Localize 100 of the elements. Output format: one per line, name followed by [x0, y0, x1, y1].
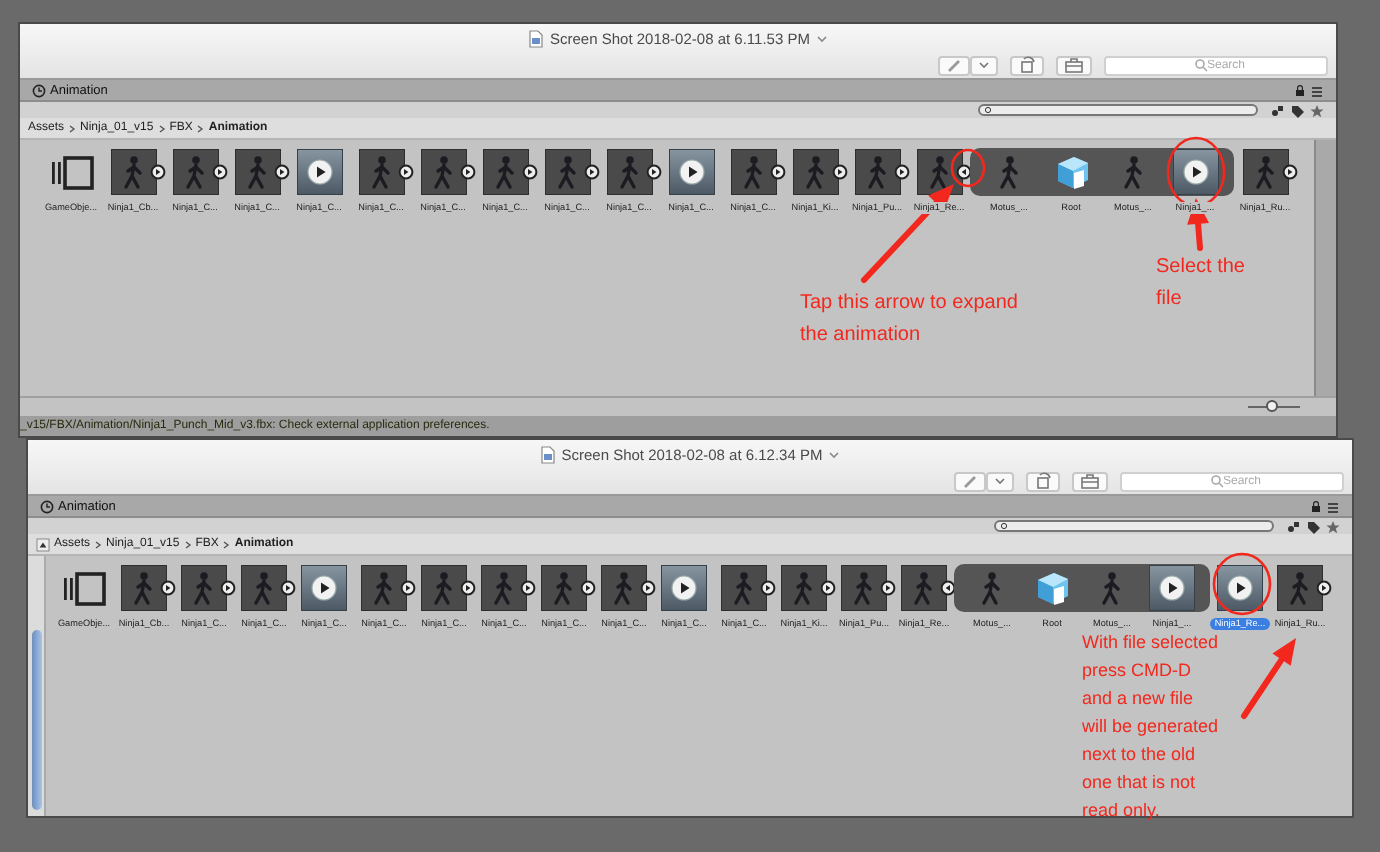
chevron-down-icon[interactable] — [815, 33, 828, 43]
expand-arrow-button[interactable] — [820, 580, 836, 596]
clip-thumbnail[interactable] — [421, 150, 465, 194]
caret-down-icon — [994, 476, 1006, 486]
search-icon — [984, 106, 992, 114]
toolbox-button[interactable] — [1056, 55, 1092, 75]
animation-clip-thumbnail[interactable] — [1218, 566, 1262, 610]
expand-arrow-button[interactable] — [583, 164, 599, 180]
scrollbar-thumb[interactable] — [31, 630, 41, 810]
annotation-text: Tap this arrow to expand the animation — [800, 290, 1020, 350]
clip-thumbnail[interactable] — [722, 566, 766, 610]
expand-arrow-button[interactable] — [1281, 164, 1297, 180]
annotation-text: With file selected press CMD-D and a new file will be generated next to the old one that is not read only. — [1082, 630, 1219, 824]
animation-clip-thumbnail[interactable] — [297, 150, 341, 194]
clip-thumbnail[interactable] — [607, 150, 651, 194]
menu-icon[interactable] — [1310, 83, 1324, 97]
clip-thumbnail[interactable] — [242, 566, 286, 610]
gameobject-icon[interactable] — [62, 566, 106, 610]
expand-arrow-button[interactable] — [645, 164, 661, 180]
animation-clip-thumbnail[interactable] — [669, 150, 713, 194]
clip-thumbnail[interactable] — [482, 566, 526, 610]
lock-icon[interactable] — [1310, 499, 1322, 513]
clip-thumbnail[interactable] — [1243, 150, 1287, 194]
clip-thumbnail[interactable] — [483, 150, 527, 194]
expand-arrow-button[interactable] — [640, 580, 656, 596]
clip-thumbnail[interactable] — [902, 566, 946, 610]
expand-arrow-button[interactable] — [220, 580, 236, 596]
asset-search-field[interactable] — [994, 520, 1274, 532]
star-icon[interactable] — [1326, 519, 1340, 533]
expand-arrow-button[interactable] — [831, 164, 847, 180]
clip-thumbnail[interactable] — [1278, 566, 1322, 610]
lock-icon[interactable] — [1294, 83, 1306, 97]
clip-thumbnail[interactable] — [422, 566, 466, 610]
menu-icon[interactable] — [1326, 499, 1340, 513]
clip-thumbnail[interactable] — [362, 566, 406, 610]
chevron-right-icon — [183, 539, 192, 549]
chevron-right-icon — [68, 123, 77, 133]
pencil-button[interactable] — [938, 55, 970, 75]
expand-arrow-button[interactable] — [149, 164, 165, 180]
gameobject-icon[interactable] — [49, 150, 93, 194]
caret-down-icon — [978, 60, 990, 70]
expand-arrow-button[interactable] — [459, 164, 475, 180]
dropdown-button[interactable] — [986, 471, 1014, 491]
clip-thumbnail[interactable] — [542, 566, 586, 610]
star-icon[interactable] — [1310, 103, 1324, 117]
expand-arrow-button[interactable] — [460, 580, 476, 596]
expand-arrow-button[interactable] — [400, 580, 416, 596]
expand-arrow-button[interactable] — [211, 164, 227, 180]
expand-arrow-button[interactable] — [280, 580, 296, 596]
shapes-icon[interactable] — [1270, 103, 1286, 117]
chevron-right-icon — [222, 539, 231, 549]
pencil-button[interactable] — [954, 471, 986, 491]
expand-arrow-button[interactable] — [893, 164, 909, 180]
chevron-right-icon — [157, 123, 166, 133]
animation-clip-thumbnail[interactable] — [1150, 566, 1194, 610]
clip-thumbnail[interactable] — [545, 150, 589, 194]
clip-thumbnail[interactable] — [731, 150, 775, 194]
expand-arrow-button[interactable] — [769, 164, 785, 180]
shapes-icon[interactable] — [1286, 519, 1302, 533]
clock-icon — [40, 499, 54, 513]
animation-clip-thumbnail[interactable] — [662, 566, 706, 610]
annotation-text: Select the file — [1156, 254, 1247, 314]
pencil-icon — [962, 472, 978, 490]
slider-thumb[interactable] — [1265, 400, 1278, 413]
clip-thumbnail[interactable] — [793, 150, 837, 194]
rotate-button[interactable] — [1010, 55, 1044, 75]
expand-arrow-button[interactable] — [1316, 580, 1332, 596]
dropdown-button[interactable] — [970, 55, 998, 75]
asset-search-field[interactable] — [978, 104, 1258, 116]
clip-thumbnail[interactable] — [855, 150, 899, 194]
expand-arrow-button[interactable] — [273, 164, 289, 180]
document-icon — [528, 29, 545, 47]
clip-thumbnail[interactable] — [111, 150, 155, 194]
expand-arrow-button[interactable] — [580, 580, 596, 596]
scroll-up-button[interactable] — [36, 537, 50, 551]
expand-arrow-button[interactable] — [880, 580, 896, 596]
clip-thumbnail[interactable] — [842, 566, 886, 610]
clip-thumbnail[interactable] — [173, 150, 217, 194]
animation-clip-thumbnail[interactable] — [1173, 150, 1217, 194]
clip-thumbnail[interactable] — [235, 150, 279, 194]
expand-arrow-button[interactable] — [520, 580, 536, 596]
toolbox-button[interactable] — [1072, 471, 1108, 491]
chevron-down-icon[interactable] — [828, 449, 841, 459]
search-icon — [1000, 522, 1008, 530]
pencil-icon — [946, 56, 962, 74]
expand-arrow-button[interactable] — [760, 580, 776, 596]
clip-thumbnail[interactable] — [359, 150, 403, 194]
rotate-button[interactable] — [1026, 471, 1060, 491]
expand-arrow-button[interactable] — [521, 164, 537, 180]
expand-arrow-button[interactable] — [397, 164, 413, 180]
toolbox-icon — [1080, 472, 1100, 490]
clip-thumbnail[interactable] — [782, 566, 826, 610]
search-icon — [1194, 58, 1208, 72]
clip-thumbnail[interactable] — [122, 566, 166, 610]
expand-arrow-button[interactable] — [160, 580, 176, 596]
clip-thumbnail[interactable] — [182, 566, 226, 610]
rotate-icon — [1018, 56, 1036, 74]
vertical-scrollbar[interactable] — [28, 556, 46, 816]
animation-clip-thumbnail[interactable] — [302, 566, 346, 610]
clip-thumbnail[interactable] — [602, 566, 646, 610]
